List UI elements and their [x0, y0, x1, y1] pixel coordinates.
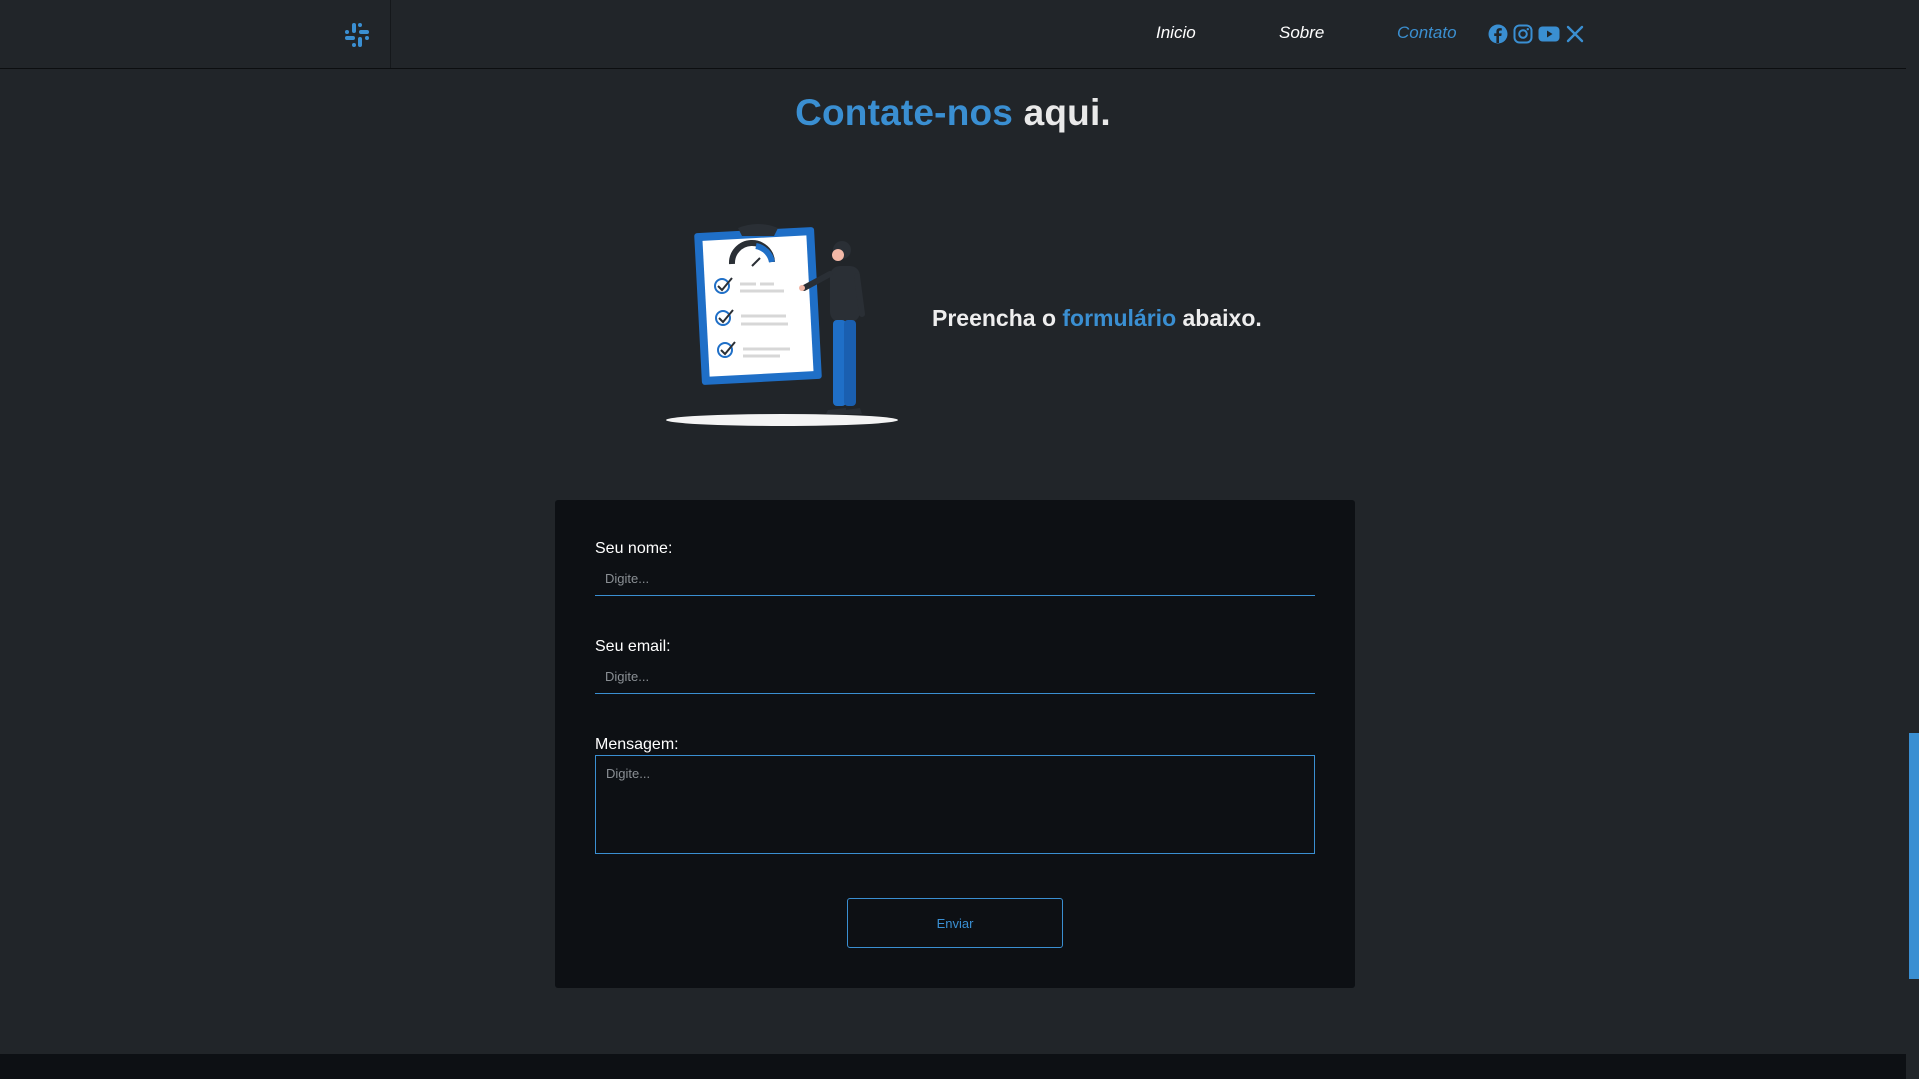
form-intro-before: Preencha o: [932, 305, 1063, 331]
form-intro: Preencha o formulário abaixo.: [932, 305, 1262, 332]
slack-icon: [345, 23, 369, 47]
nav-link-inicio[interactable]: Inicio: [1156, 23, 1196, 43]
youtube-icon[interactable]: [1538, 24, 1560, 44]
nav-link-contato[interactable]: Contato: [1397, 23, 1457, 43]
name-input[interactable]: [595, 562, 1315, 596]
page-title: Contate-nos aqui.: [0, 92, 1906, 134]
contact-illustration: [662, 222, 902, 430]
brand-divider: [390, 0, 391, 68]
page-title-accent: Contate-nos: [795, 92, 1014, 133]
instagram-icon[interactable]: [1513, 24, 1533, 44]
contact-form: Seu nome: Seu email: Mensagem: Enviar: [555, 500, 1355, 988]
page-title-rest: aqui.: [1013, 92, 1111, 133]
message-label: Mensagem:: [595, 736, 679, 753]
message-textarea[interactable]: [595, 755, 1315, 854]
form-intro-after: abaixo.: [1176, 305, 1262, 331]
email-label: Seu email:: [595, 638, 671, 655]
footer: [0, 1054, 1906, 1079]
facebook-icon[interactable]: [1488, 24, 1508, 44]
x-icon[interactable]: [1565, 24, 1585, 44]
form-intro-accent: formulário: [1062, 305, 1177, 331]
submit-button[interactable]: Enviar: [847, 898, 1063, 948]
email-input[interactable]: [595, 660, 1315, 694]
social-links: [1488, 24, 1585, 44]
nav-link-sobre[interactable]: Sobre: [1279, 23, 1324, 43]
navbar: Inicio Sobre Contato: [0, 0, 1906, 69]
name-label: Seu nome:: [595, 540, 673, 557]
brand-logo[interactable]: [334, 12, 380, 58]
scrollbar-thumb[interactable]: [1909, 733, 1919, 979]
